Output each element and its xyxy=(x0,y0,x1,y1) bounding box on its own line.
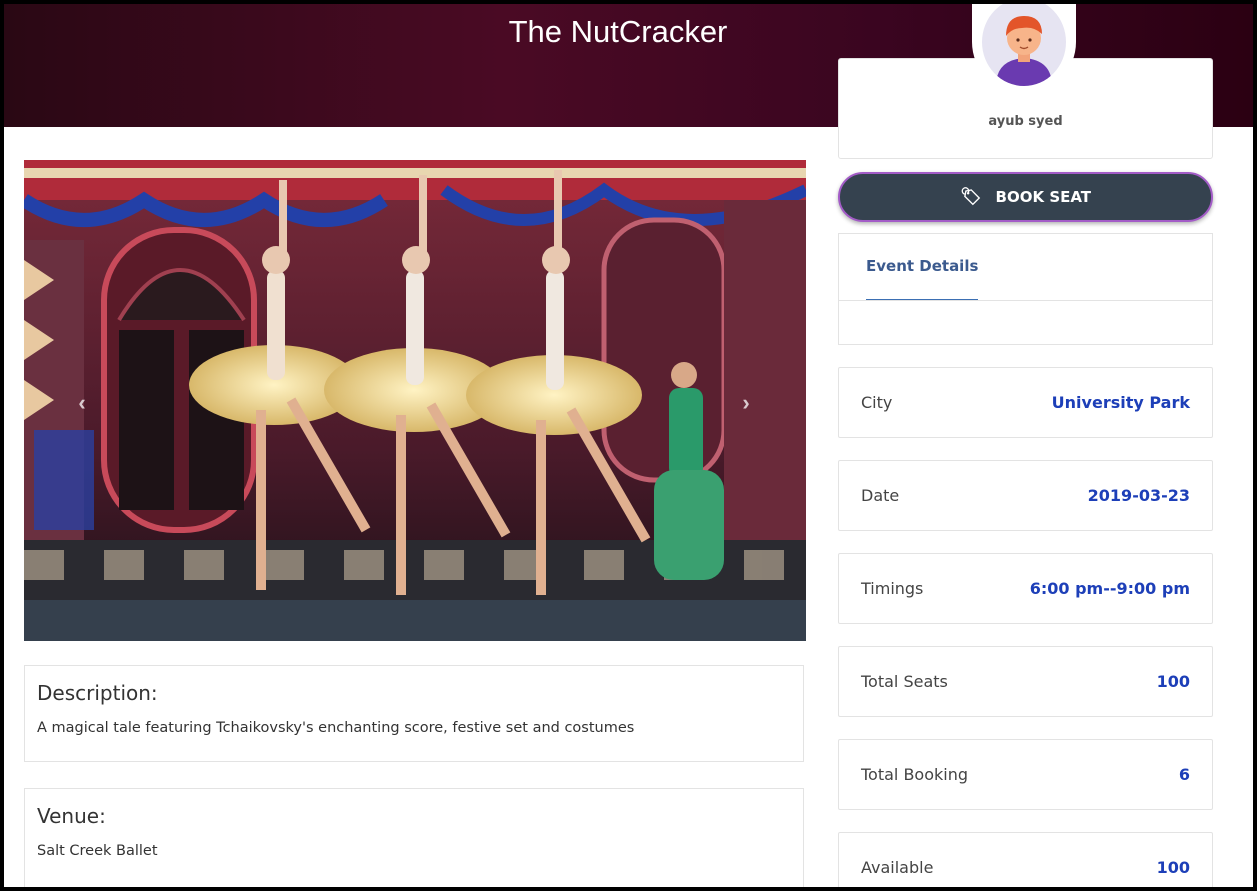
detail-label: Available xyxy=(861,858,934,877)
detail-label: Timings xyxy=(861,579,924,598)
book-seat-button[interactable]: 🏷 BOOK SEAT xyxy=(838,172,1213,222)
detail-value: 100 xyxy=(1156,858,1190,877)
ballet-image xyxy=(24,160,806,641)
description-heading: Description: xyxy=(37,681,158,705)
ticket-icon: 🏷 xyxy=(959,187,982,207)
detail-value: 6 xyxy=(1178,765,1190,784)
venue-heading: Venue: xyxy=(37,804,106,828)
detail-value: 6:00 pm--9:00 pm xyxy=(1029,579,1190,598)
detail-label: City xyxy=(861,393,893,412)
detail-row-timings: Timings 6:00 pm--9:00 pm xyxy=(838,553,1213,624)
profile-name: ayub syed xyxy=(988,114,1063,129)
detail-row-total-seats: Total Seats 100 xyxy=(838,646,1213,717)
detail-row-total-booking: Total Booking 6 xyxy=(838,739,1213,810)
tab-event-details[interactable]: Event Details xyxy=(866,234,979,301)
detail-value: 100 xyxy=(1156,672,1190,691)
carousel-prev-button[interactable]: ‹ xyxy=(70,388,94,418)
event-image-carousel[interactable]: ‹ › xyxy=(24,160,806,641)
detail-label: Total Seats xyxy=(861,672,948,691)
venue-card: Venue: Salt Creek Ballet xyxy=(24,788,804,887)
detail-row-city: City University Park xyxy=(838,367,1213,438)
carousel-next-button[interactable]: › xyxy=(734,388,758,418)
page-frame: The NutCracker ‹ › Description: A magica… xyxy=(4,4,1253,887)
detail-label: Total Booking xyxy=(861,765,969,784)
book-seat-label: BOOK SEAT xyxy=(995,188,1092,206)
detail-label: Date xyxy=(861,486,900,505)
description-card: Description: A magical tale featuring Tc… xyxy=(24,665,804,762)
event-tabs: Event Details xyxy=(838,233,1213,345)
avatar-icon xyxy=(982,4,1066,86)
detail-row-available: Available 100 xyxy=(838,832,1213,887)
detail-value: 2019-03-23 xyxy=(1087,486,1190,505)
venue-text: Salt Creek Ballet xyxy=(37,843,158,859)
description-text: A magical tale featuring Tchaikovsky's e… xyxy=(37,720,635,736)
tabs-divider xyxy=(839,300,1212,301)
detail-row-date: Date 2019-03-23 xyxy=(838,460,1213,531)
detail-value: University Park xyxy=(1051,393,1190,412)
